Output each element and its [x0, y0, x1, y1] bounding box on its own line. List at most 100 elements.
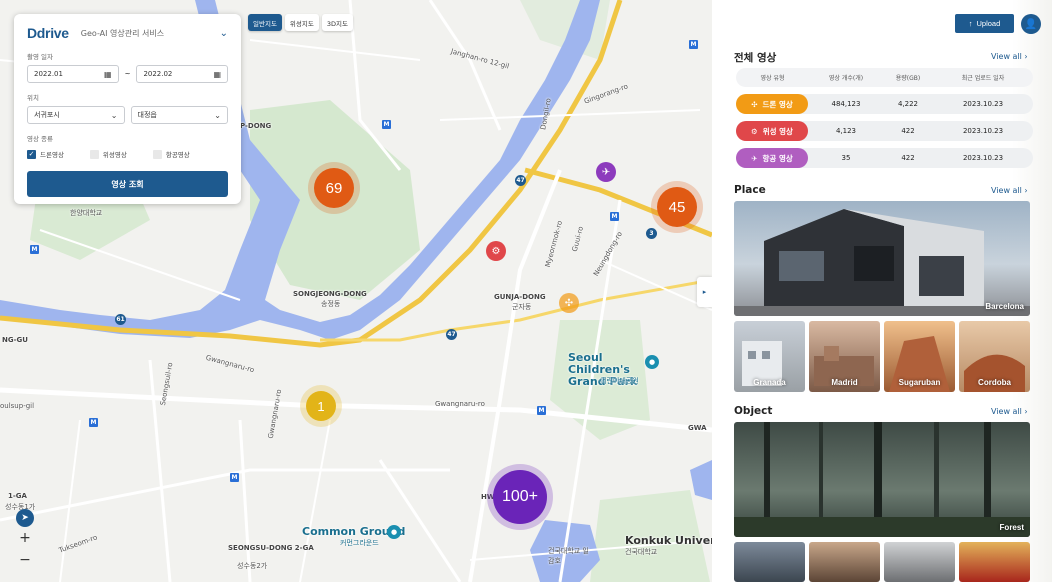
- map-label-seongsu-ko: 성수동2가: [237, 562, 268, 570]
- upload-icon: ↑: [968, 19, 973, 28]
- map-label-konkuk-lake: 건국대학교 일감호: [548, 547, 589, 565]
- column-header: 최근 업로드 일자: [961, 75, 1005, 82]
- place-card[interactable]: Madrid: [809, 321, 880, 392]
- building-image: [734, 209, 1030, 316]
- cluster-marker[interactable]: 69: [308, 162, 360, 214]
- calendar-icon: ▦: [104, 69, 112, 79]
- upload-button[interactable]: ↑ Upload: [955, 14, 1014, 33]
- type-label: 항공 영상: [762, 153, 793, 163]
- zoom-in-button[interactable]: +: [19, 530, 31, 546]
- cluster-marker[interactable]: 100+: [487, 464, 553, 530]
- map-label-gunja-ko: 군자동: [512, 303, 532, 311]
- checkbox-aerial[interactable]: 항공영상: [152, 149, 190, 159]
- road-shield: 47: [515, 175, 526, 186]
- checkbox-satellite[interactable]: 위성영상: [89, 149, 127, 159]
- date-label: 촬영 일자: [27, 53, 53, 61]
- airplane-icon: ✈: [751, 153, 758, 163]
- object-card[interactable]: [959, 542, 1030, 582]
- satellite-type-badge: ⚙ 위성 영상: [736, 121, 808, 141]
- logo: Ddrive: [27, 25, 69, 41]
- map-label-p-dong: P-DONG: [240, 122, 272, 130]
- cluster-marker[interactable]: 1: [300, 385, 342, 427]
- map-label-common-ko: 커먼그라운드: [340, 539, 379, 547]
- object-card[interactable]: [734, 542, 805, 582]
- count-cell: 35: [841, 154, 851, 162]
- date-to-field[interactable]: 2022.02 ▦: [136, 65, 228, 83]
- place-card[interactable]: Granada: [734, 321, 805, 392]
- zoom-out-button[interactable]: −: [19, 552, 31, 568]
- map-type-tabs: 일반지도 위성지도 3D지도: [248, 14, 353, 31]
- date-from-field[interactable]: 2022.01 ▦: [27, 65, 119, 83]
- search-button[interactable]: 영상 조회: [27, 171, 228, 197]
- checkbox-label: 항공영상: [165, 151, 190, 159]
- map-label-hanyang: 한양대학교: [70, 209, 103, 217]
- map-label-park-ko: 어린이대공원: [600, 377, 639, 385]
- cluster-count: 1: [317, 398, 325, 414]
- place-card[interactable]: Sugaruban: [884, 321, 955, 392]
- count-cell: 484,123: [831, 100, 861, 108]
- chevron-down-icon: ⌄: [214, 110, 221, 120]
- place-card[interactable]: Cordoba: [959, 321, 1030, 392]
- region2-select[interactable]: 대정읍 ⌄: [130, 106, 228, 124]
- size-cell: 422: [901, 154, 915, 162]
- object-card[interactable]: [884, 542, 955, 582]
- service-name: Geo-AI 영상관리 서비스: [80, 28, 165, 38]
- metro-icon: M: [610, 212, 619, 221]
- chevron-down-icon[interactable]: ⌄: [220, 28, 228, 39]
- object-main-caption: Forest: [999, 523, 1024, 532]
- cluster-marker[interactable]: 45: [651, 181, 703, 233]
- metro-icon: M: [89, 418, 98, 427]
- place-caption: Madrid: [831, 378, 858, 387]
- map-label-songjeong: SONGJEONG-DONG: [293, 290, 367, 298]
- type-label: 드론 영상: [762, 99, 793, 109]
- table-row[interactable]: ✈ 항공 영상 35 422 2023.10.23: [736, 148, 1033, 168]
- collapse-panel-button[interactable]: ▸: [697, 277, 712, 307]
- view-all-videos-link[interactable]: View all ›: [991, 52, 1028, 61]
- aerial-pin-icon[interactable]: ✈: [596, 162, 616, 182]
- object-card[interactable]: [809, 542, 880, 582]
- place-card-main[interactable]: Barcelona: [734, 201, 1030, 316]
- date-cell: 2023.10.23: [962, 154, 1004, 162]
- column-header: 영상 유형: [760, 75, 785, 82]
- object-title: Object: [734, 405, 773, 417]
- view-all-label: View all: [991, 186, 1022, 195]
- column-header: 영상 개수(개): [828, 75, 864, 82]
- region1-select[interactable]: 서귀포시 ⌄: [27, 106, 125, 124]
- region2-value: 대정읍: [137, 111, 157, 119]
- tab-3d-map[interactable]: 3D지도: [321, 14, 353, 31]
- user-avatar-icon[interactable]: 👤: [1021, 14, 1041, 34]
- drone-pin-icon[interactable]: ✣: [559, 293, 579, 313]
- checkbox-label: 위성영상: [102, 151, 127, 159]
- tab-normal-map[interactable]: 일반지도: [248, 14, 282, 31]
- map-label-songjeong-ko: 송정동: [321, 300, 341, 308]
- map[interactable]: SONGJEONG-DONG 송정동 GUNJA-DONG 군자동 SEONGS…: [0, 0, 712, 582]
- map-label-seongsu: SEONGSU-DONG 2-GA: [228, 544, 314, 552]
- date-to-value: 2022.02: [143, 70, 173, 78]
- checkbox-drone[interactable]: ✓ 드론영상: [27, 149, 64, 159]
- road-shield: 61: [115, 314, 126, 325]
- drone-icon: ✣: [751, 99, 758, 109]
- checkbox-box: [89, 149, 99, 159]
- metro-icon: M: [537, 406, 546, 415]
- satellite-pin-icon[interactable]: ⚙: [486, 241, 506, 261]
- date-separator: ~: [124, 70, 131, 78]
- metro-icon: M: [230, 473, 239, 482]
- size-cell: 4,222: [897, 100, 919, 108]
- table-row[interactable]: ✣ 드론 영상 484,123 4,222 2023.10.23: [736, 94, 1033, 114]
- object-card-main[interactable]: Forest: [734, 422, 1030, 537]
- locate-icon[interactable]: ➤: [16, 509, 34, 527]
- table-row[interactable]: ⚙ 위성 영상 4,123 422 2023.10.23: [736, 121, 1033, 141]
- metro-icon: M: [382, 120, 391, 129]
- map-label-gunja: GUNJA-DONG: [494, 293, 546, 301]
- view-all-object-link[interactable]: View all ›: [991, 407, 1028, 416]
- tab-satellite-map[interactable]: 위성지도: [284, 14, 319, 31]
- map-label-gwangnaru-2: Gwangnaru-ro: [435, 400, 485, 408]
- region1-value: 서귀포시: [34, 111, 60, 119]
- checkbox-box: [152, 149, 162, 159]
- place-caption: Granada: [753, 378, 786, 387]
- place-title: Place: [734, 184, 766, 196]
- check-icon: ✓: [27, 149, 36, 159]
- column-header: 용량(GB): [895, 75, 921, 82]
- park-pin-icon: ●: [645, 355, 659, 369]
- view-all-place-link[interactable]: View all ›: [991, 186, 1028, 195]
